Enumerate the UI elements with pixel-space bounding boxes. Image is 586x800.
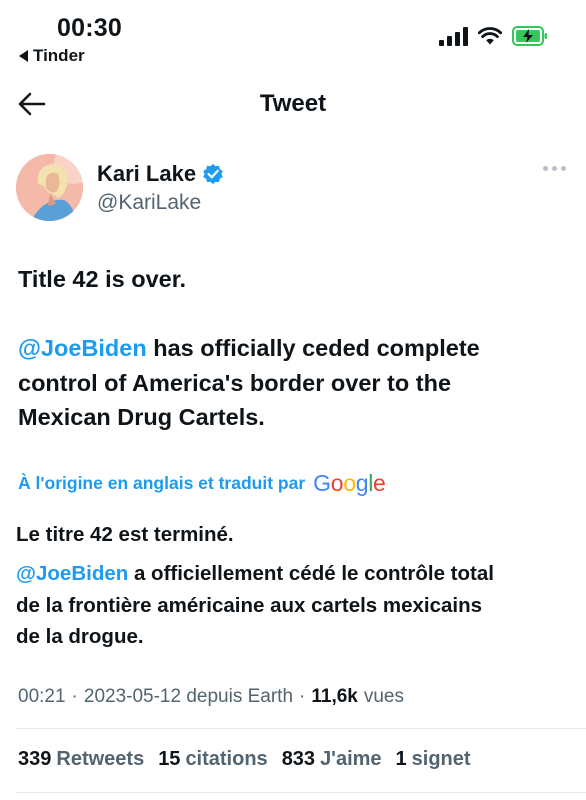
page-title: Tweet [259,90,327,117]
divider [16,792,586,793]
back-triangle-icon [19,50,28,62]
meta-separator: · [299,686,306,707]
battery-charging-icon [512,26,547,46]
translation-line-4: de la drogue. [16,625,144,648]
author-name-row[interactable]: Kari Lake [97,161,224,187]
verified-badge-icon [203,164,223,184]
quotes-stat[interactable]: 15 citations [158,748,268,771]
views-label: vues [363,686,404,707]
back-to-app-button[interactable]: Tinder [19,46,85,66]
divider [16,728,586,729]
avatar[interactable] [16,154,83,221]
engagement-stats: 339 Retweets 15 citations 833 J'aime 1 signe… [18,748,471,771]
google-logo: Google [313,470,386,496]
translation-attribution[interactable]: À l'origine en anglais et traduit par Go… [18,470,386,497]
author-handle[interactable]: @KariLake [97,191,201,215]
translation-line-2: @JoeBiden a officiellement cédé le contr… [16,559,494,588]
retweets-stat[interactable]: 339 Retweets [18,748,144,771]
likes-stat[interactable]: 833 J'aime [282,748,382,771]
tweet-mention-link[interactable]: @JoeBiden [18,335,147,361]
cellular-signal-icon [439,26,468,46]
status-time: 00:30 [57,14,122,42]
translation-line-1: Le titre 42 est terminé. [16,523,234,546]
tweet-line-3: control of America's border over to the [18,370,452,396]
tweet-date-source[interactable]: 2023-05-12 depuis Earth [84,686,293,708]
tweet-line-1: Title 42 is over. [18,266,187,292]
tweet-meta: 00:21 · 2023-05-12 depuis Earth · 11,6k … [18,686,404,708]
translation-line-2-text: a officiellement cédé le contrôle total [128,562,494,585]
more-options-icon[interactable] [543,166,566,171]
wifi-icon [478,26,502,44]
tweet-line-4: Mexican Drug Cartels. [18,404,265,430]
tweet-time[interactable]: 00:21 [18,686,66,708]
tweet-line-2-text: has officially ceded complete [146,335,480,361]
views-count: 11,6k [311,686,358,707]
back-app-label: Tinder [33,46,85,65]
status-icons [439,26,548,46]
bookmarks-stat[interactable]: 1 signet [396,748,471,771]
translation-label: À l'origine en anglais et traduit par [18,473,306,493]
meta-separator: · [71,686,78,707]
author-name: Kari Lake [97,161,197,186]
translation-mention-link[interactable]: @JoeBiden [16,562,128,585]
avatar-photo-icon [16,154,83,221]
tweet-line-2: @JoeBiden has officially ceded complete [18,332,480,364]
translation-line-3: de la frontière américaine aux cartels m… [16,594,483,617]
